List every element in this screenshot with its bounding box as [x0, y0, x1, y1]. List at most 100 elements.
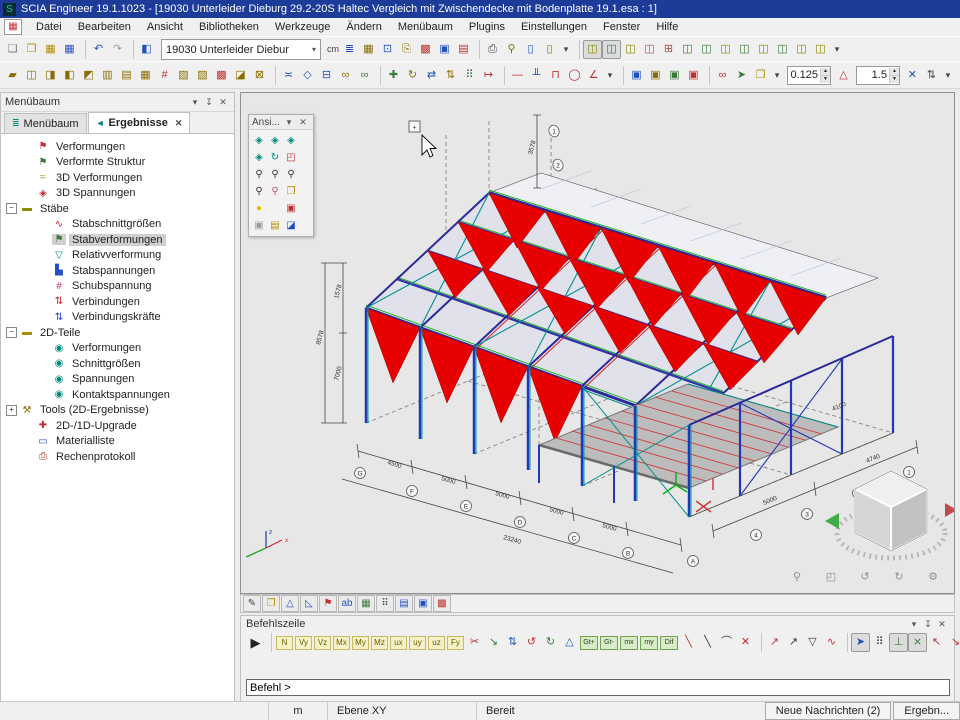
polyline-icon[interactable]: ∿	[822, 633, 841, 652]
cursor-snap-icon[interactable]: ➤	[851, 633, 870, 652]
grid-view-icon[interactable]: ▩	[433, 595, 451, 612]
view-frame-4-icon[interactable]: ◫	[640, 40, 659, 59]
nav-cube-icon[interactable]: ◰	[822, 568, 840, 587]
tree-stabverformungen[interactable]: ⚑ Stabverformungen	[1, 232, 234, 248]
snap-result-icon[interactable]: ↘	[484, 633, 503, 652]
zoom-out-icon[interactable]: ⚲	[267, 166, 283, 183]
rotate-view-icon[interactable]: ↻	[267, 149, 283, 166]
my-result-icon[interactable]: my	[640, 636, 658, 650]
tree-stabschnittgroessen[interactable]: ∿ Stabschnittgrößen	[1, 217, 234, 233]
member-op-7-icon[interactable]: ▤	[117, 66, 136, 85]
expander-icon[interactable]: −	[6, 327, 17, 338]
report-icon[interactable]: ▯	[540, 40, 559, 59]
extreme-icon[interactable]: ⇅	[503, 633, 522, 652]
view-more-icon[interactable]: ▾	[770, 66, 784, 85]
print-icon[interactable]: ⎙	[483, 40, 502, 59]
abc-label-icon[interactable]: ab	[338, 595, 356, 612]
view-x-icon[interactable]: ◈	[251, 132, 267, 149]
tree-verformungen[interactable]: ⚑ Verformungen	[1, 139, 234, 155]
zoom-all-icon[interactable]: ⚲	[251, 183, 267, 200]
tab-menubaum[interactable]: ≣ Menübaum	[4, 113, 87, 133]
menu-bibliotheken[interactable]: Bibliotheken	[191, 19, 267, 35]
connect-members-icon[interactable]: ≍	[279, 66, 298, 85]
result-vy-icon[interactable]: Vy	[295, 636, 312, 650]
member-op-8-icon[interactable]: ▦	[136, 66, 155, 85]
status-results-button[interactable]: Ergebn...	[893, 702, 960, 720]
select-up2-icon[interactable]: ↗	[784, 633, 803, 652]
tree-rechenprotokoll[interactable]: ⎙ Rechenprotokoll	[1, 449, 234, 465]
snap-line-icon[interactable]: ╲	[679, 633, 698, 652]
tab-ergebnisse[interactable]: ◄ Ergebnisse ✕	[88, 112, 191, 133]
zoom-window-icon[interactable]: ⚲	[283, 166, 299, 183]
result-mz-icon[interactable]: Mz	[371, 636, 388, 650]
units-icon[interactable]: cm	[326, 40, 340, 59]
light-icon[interactable]: ●	[251, 200, 267, 217]
glasses-1-icon[interactable]: ∞	[336, 66, 355, 85]
tree-relativverformung[interactable]: ▽ Relativverformung	[1, 248, 234, 264]
save-as-icon[interactable]: ▦	[60, 40, 79, 59]
scale-more-icon[interactable]: ▾	[941, 66, 955, 85]
array-icon[interactable]: ⠿	[460, 66, 479, 85]
cut-results-icon[interactable]: ✂	[465, 633, 484, 652]
nav-orbit2-icon[interactable]: ↻	[890, 568, 908, 587]
member-op-4-icon[interactable]: ◧	[60, 66, 79, 85]
print-view-icon[interactable]: ▣	[283, 200, 299, 217]
mx-result-icon[interactable]: mx	[620, 636, 638, 650]
nav-settings-icon[interactable]: ⚙	[924, 568, 942, 587]
view-frame-9-icon[interactable]: ◫	[735, 40, 754, 59]
xml-icon[interactable]: ⊡	[378, 40, 397, 59]
loads-view-icon[interactable]: ◺	[300, 595, 318, 612]
snap-arc-icon[interactable]: ⌒	[717, 633, 736, 652]
calculator-icon[interactable]: ▦	[359, 40, 378, 59]
spinner-arrows-icon[interactable]: ▲▼	[889, 68, 899, 83]
toolbar-more-icon[interactable]: ▾	[830, 40, 844, 59]
document-icon[interactable]: ▯	[521, 40, 540, 59]
result-fy-icon[interactable]: Fy	[447, 636, 464, 650]
result-uz-icon[interactable]: uz	[428, 636, 445, 650]
angle-scale-spinner[interactable]: 1.5 ▲▼	[856, 66, 900, 85]
clipboard-icon[interactable]: ⎘	[397, 40, 416, 59]
tree-schubspannung[interactable]: # Schubspannung	[1, 279, 234, 295]
close-icon[interactable]: ✕	[935, 619, 949, 630]
result-vz-icon[interactable]: Vz	[314, 636, 331, 650]
tree-kontaktspannungen[interactable]: ◉ Kontaktspannungen	[1, 387, 234, 403]
tree-verbindungskraefte[interactable]: ⇅ Verbindungskräfte	[1, 310, 234, 326]
diff-result-icon[interactable]: Dif	[660, 636, 678, 650]
clip-box-icon[interactable]: ◰	[283, 149, 299, 166]
clamp-icon[interactable]: ⊓	[546, 66, 565, 85]
menu-werkzeuge[interactable]: Werkzeuge	[267, 19, 338, 35]
member-op-11-icon[interactable]: ▨	[193, 66, 212, 85]
undo-icon[interactable]: ↶	[89, 40, 108, 59]
tree-stabspannungen[interactable]: ▙ Stabspannungen	[1, 263, 234, 279]
tree-2d-spannungen[interactable]: ◉ Spannungen	[1, 372, 234, 388]
image-view-icon[interactable]: ▣	[414, 595, 432, 612]
command-input[interactable]	[246, 679, 950, 696]
result-n-icon[interactable]: N	[276, 636, 293, 650]
view-frame-5-icon[interactable]: ⊞	[659, 40, 678, 59]
result-ux-icon[interactable]: ux	[390, 636, 407, 650]
tree-2d-verformungen[interactable]: ◉ Verformungen	[1, 341, 234, 357]
tab-close-icon[interactable]: ✕	[175, 118, 183, 129]
tree-verbindungen[interactable]: ⇅ Verbindungen	[1, 294, 234, 310]
fly-mode-icon[interactable]: ➤	[732, 66, 751, 85]
render-view-icon[interactable]: ▦	[357, 595, 375, 612]
insert-node-icon[interactable]: ◇	[298, 66, 317, 85]
copy-4-icon[interactable]: ▣	[684, 66, 703, 85]
sigma-plus-icon[interactable]: Gt+	[580, 636, 598, 650]
view-frame-3-icon[interactable]: ◫	[621, 40, 640, 59]
pin-icon[interactable]: ↧	[921, 619, 935, 630]
copy-2-icon[interactable]: ▣	[646, 66, 665, 85]
cross-link-icon[interactable]: ⊟	[317, 66, 336, 85]
view-frame-8-icon[interactable]: ◫	[716, 40, 735, 59]
menu-plugins[interactable]: Plugins	[461, 19, 513, 35]
expander-icon[interactable]: +	[6, 405, 17, 416]
angle-icon[interactable]: ∠	[584, 66, 603, 85]
zoom-in-icon[interactable]: ⚲	[251, 166, 267, 183]
support-icon[interactable]: ╨	[527, 66, 546, 85]
visibility-icon[interactable]: ❐	[283, 183, 299, 200]
render-glasses-icon[interactable]: ∞	[713, 66, 732, 85]
spinner-arrows-icon[interactable]: ▲▼	[820, 68, 830, 83]
sigma-minus-icon[interactable]: Gt-	[600, 636, 618, 650]
member-op-13-icon[interactable]: ◪	[231, 66, 250, 85]
collapse-icon[interactable]: ▾	[907, 619, 921, 630]
